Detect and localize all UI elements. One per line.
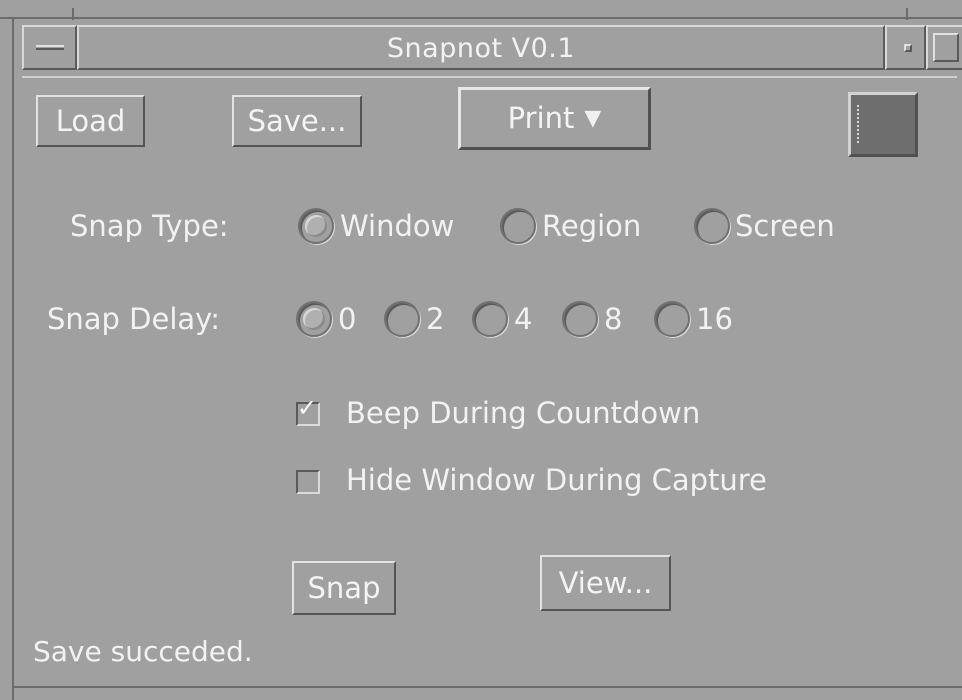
snap-type-screen-label[interactable]: Screen xyxy=(735,209,835,243)
maximize-button[interactable] xyxy=(926,25,962,70)
snap-delay-0-label[interactable]: 0 xyxy=(338,302,356,336)
minimize-icon xyxy=(904,44,912,52)
minimize-button[interactable] xyxy=(885,25,926,70)
title-area[interactable]: Snapnot V0.1 xyxy=(77,25,885,70)
client-area xyxy=(22,76,957,686)
beep-checkbox[interactable]: ✓ xyxy=(296,396,320,426)
snap-delay-16-label[interactable]: 16 xyxy=(696,302,733,336)
snap-type-region-label[interactable]: Region xyxy=(542,209,641,243)
frame-right-notch xyxy=(906,8,908,20)
snap-delay-8-label[interactable]: 8 xyxy=(604,302,622,336)
snap-delay-label: Snap Delay: xyxy=(47,302,221,336)
status-message: Save succeded. xyxy=(33,635,253,668)
snapnot-window: Snapnot V0.1 Load Save... Print ▼ Snap T… xyxy=(0,0,962,700)
window-menu-icon xyxy=(36,45,64,50)
snap-delay-16-radio[interactable] xyxy=(654,301,690,337)
status-indicator xyxy=(848,92,918,157)
snap-type-screen-radio[interactable] xyxy=(694,208,730,244)
snap-delay-2-label[interactable]: 2 xyxy=(426,302,444,336)
snap-delay-4-radio[interactable] xyxy=(472,301,508,337)
frame-top-line xyxy=(0,17,962,19)
window-menu-button[interactable] xyxy=(22,25,77,70)
maximize-icon xyxy=(933,33,959,62)
snap-delay-8-radio[interactable] xyxy=(562,301,598,337)
print-label: Print xyxy=(507,101,575,135)
title-bar[interactable]: Snapnot V0.1 xyxy=(22,25,962,70)
window-title: Snapnot V0.1 xyxy=(386,33,576,64)
text-cursor-icon xyxy=(857,105,863,143)
save-button[interactable]: Save... xyxy=(232,95,362,147)
snap-delay-0-radio[interactable] xyxy=(296,301,332,337)
frame-bottom-line xyxy=(12,686,962,688)
hide-window-checkbox[interactable] xyxy=(296,470,320,494)
snap-type-region-radio[interactable] xyxy=(500,208,536,244)
check-mark-icon: ✓ xyxy=(297,394,318,422)
snap-type-window-label[interactable]: Window xyxy=(340,209,454,243)
snap-button[interactable]: Snap xyxy=(292,561,396,615)
snap-type-label: Snap Type: xyxy=(70,209,229,243)
frame-left-line xyxy=(12,17,14,700)
dropdown-arrow-icon: ▼ xyxy=(584,105,602,131)
load-button[interactable]: Load xyxy=(36,95,145,147)
hide-window-label[interactable]: Hide Window During Capture xyxy=(346,463,767,497)
print-menu-button[interactable]: Print ▼ xyxy=(458,87,651,150)
frame-left-notch xyxy=(72,8,74,20)
view-button[interactable]: View... xyxy=(540,555,671,611)
snap-type-window-radio[interactable] xyxy=(298,208,334,244)
snap-delay-2-radio[interactable] xyxy=(384,301,420,337)
beep-label[interactable]: Beep During Countdown xyxy=(346,396,700,430)
snap-delay-4-label[interactable]: 4 xyxy=(514,302,532,336)
